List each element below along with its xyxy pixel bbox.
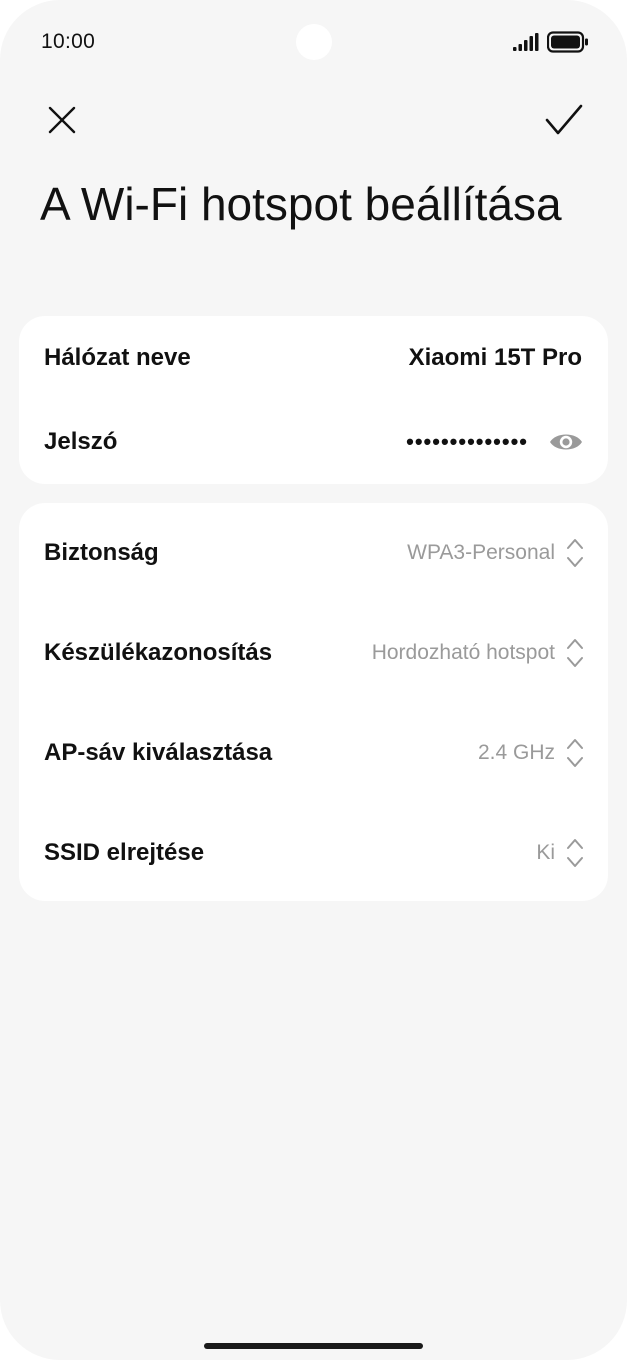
ap-band-row[interactable]: AP-sáv kiválasztása 2.4 GHz <box>19 703 608 803</box>
top-action-bar <box>0 90 627 150</box>
chevron-updown-icon <box>567 839 583 867</box>
chevron-updown-icon <box>567 639 583 667</box>
status-time: 10:00 <box>41 30 96 53</box>
checkmark-icon <box>545 104 583 135</box>
ap-band-label: AP-sáv kiválasztása <box>44 739 273 766</box>
security-value: WPA3-Personal <box>407 541 555 564</box>
front-camera-cutout <box>296 24 332 60</box>
status-bar: 10:00 <box>0 0 627 84</box>
eye-icon[interactable] <box>548 429 584 455</box>
confirm-button[interactable] <box>540 96 588 144</box>
network-name-value: Xiaomi 15T Pro <box>408 344 582 371</box>
password-value: •••••••••••••• <box>406 429 528 454</box>
network-name-row[interactable]: Hálózat neve Xiaomi 15T Pro <box>19 316 608 400</box>
phone-screen: 10:00 A Wi-Fi hotspot beállítása Hálózat… <box>0 0 627 1360</box>
battery-full-icon <box>547 31 588 53</box>
page-title: A Wi-Fi hotspot beállítása <box>40 178 562 230</box>
chevron-updown-icon <box>567 739 583 767</box>
ap-band-value: 2.4 GHz <box>477 741 555 764</box>
network-card: Hálózat neve Xiaomi 15T Pro Jelszó •••••… <box>19 316 608 484</box>
hide-ssid-row[interactable]: SSID elrejtése Ki <box>19 803 608 903</box>
hide-ssid-label: SSID elrejtése <box>44 839 205 866</box>
hide-ssid-value: Ki <box>536 841 555 864</box>
device-identification-row[interactable]: Készülékazonosítás Hordozható hotspot <box>19 603 608 703</box>
password-label: Jelszó <box>44 428 118 455</box>
chevron-updown-icon <box>567 539 583 567</box>
security-label: Biztonság <box>44 539 159 566</box>
home-indicator[interactable] <box>204 1343 423 1349</box>
device-identification-value: Hordozható hotspot <box>371 641 555 664</box>
security-row[interactable]: Biztonság WPA3-Personal <box>19 503 608 603</box>
device-identification-label: Készülékazonosítás <box>44 639 273 666</box>
settings-card: Biztonság WPA3-Personal Készülékazonosít… <box>19 503 608 901</box>
password-row[interactable]: Jelszó •••••••••••••• <box>19 400 608 484</box>
signal-bars-icon <box>513 33 539 51</box>
close-icon <box>48 106 76 134</box>
network-name-label: Hálózat neve <box>44 344 191 371</box>
close-button[interactable] <box>38 96 86 144</box>
